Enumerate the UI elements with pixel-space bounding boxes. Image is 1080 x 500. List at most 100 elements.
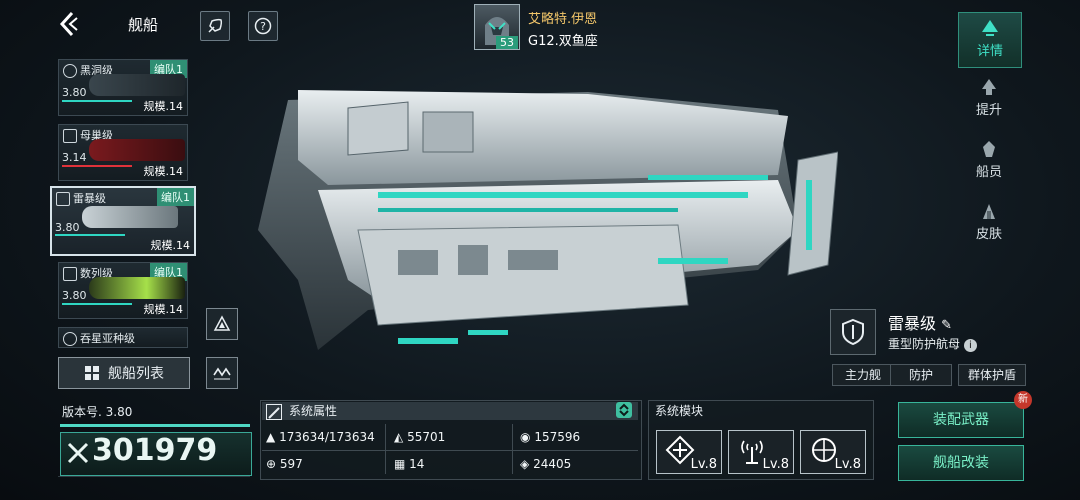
ship-tag: 群体护盾 — [958, 364, 1026, 386]
attr-value: 24405 — [533, 457, 572, 471]
close-circle-icon — [63, 64, 77, 78]
expand-toggle-icon[interactable] — [616, 402, 632, 418]
shield-icon — [63, 129, 77, 143]
attr-shield: ◉ 157596 — [520, 430, 580, 444]
chevron-left-icon — [59, 11, 78, 37]
shield-icon: ◉ — [520, 430, 531, 444]
ship-description: 重型防护航母 i — [888, 335, 977, 352]
divider — [512, 424, 513, 474]
attr-value: 597 — [279, 457, 303, 471]
module-level: Lv.8 — [690, 457, 717, 472]
shield-icon — [842, 318, 864, 346]
tab-label: 船员 — [975, 165, 1002, 180]
ship-name: 雷暴级 ✎ — [888, 310, 952, 334]
attr-slots: ▦ 14 — [394, 457, 424, 471]
tab-details[interactable]: 详情 — [958, 12, 1022, 68]
ship-card-selected[interactable]: 雷暴级 编队1 3.80 规模.14 — [50, 186, 196, 256]
ship-tag: 防护 — [890, 364, 952, 386]
tab-crew[interactable]: 船员 — [958, 134, 1020, 182]
module-slot[interactable]: Lv.8 — [656, 430, 722, 474]
tab-label: 提升 — [975, 103, 1002, 118]
flame-icon — [63, 267, 77, 281]
ship-scale: 规模.14 — [143, 100, 184, 113]
version-bar — [60, 424, 250, 427]
ship-card-name: 吞星亚种级 — [80, 332, 135, 345]
ship-list-button[interactable]: 舰船列表 — [58, 357, 190, 389]
page-title: 舰船 — [128, 16, 159, 34]
version-label: 版本号. 3.80 — [62, 405, 133, 419]
back-button[interactable] — [58, 10, 84, 40]
help-button[interactable]: ? — [248, 11, 278, 41]
ship-card[interactable]: 吞星亚种级 — [58, 327, 188, 348]
ship-modify-button[interactable]: 舰船改装 — [898, 445, 1024, 481]
crew-icon — [983, 141, 995, 157]
tab-label: 皮肤 — [975, 227, 1002, 242]
fleet-filter-button[interactable] — [206, 308, 238, 340]
combat-power: 301979 — [92, 433, 218, 468]
skin-icon — [983, 204, 995, 219]
rating-bar — [62, 100, 132, 102]
pencil-icon[interactable]: ✎ — [941, 318, 952, 333]
attr-speed: ◈ 24405 — [520, 457, 571, 471]
rocket-icon — [208, 18, 223, 33]
commander-server: G12.双鱼座 — [528, 34, 598, 49]
speed-icon: ◈ — [520, 457, 530, 471]
attr-energy: ⊕ 597 — [266, 457, 303, 471]
rating-bar — [62, 303, 132, 305]
divider — [262, 450, 638, 451]
ship-rating: 3.14 — [62, 151, 87, 164]
details-icon — [982, 20, 998, 36]
rocket-button[interactable] — [200, 11, 230, 41]
ship-list-label: 舰船列表 — [108, 366, 164, 382]
ship-rating: 3.80 — [62, 289, 87, 302]
ship-model[interactable] — [258, 80, 839, 365]
ship-card[interactable]: 数列级 编队1 3.80 规模.14 — [58, 262, 188, 319]
tab-upgrade[interactable]: 提升 — [958, 72, 1020, 120]
attr-value: 157596 — [534, 430, 581, 444]
ship-desc-text: 重型防护航母 — [888, 337, 961, 351]
attributes-icon — [266, 404, 282, 420]
ship-thumbnail — [89, 74, 185, 96]
ship-scale: 规模.14 — [143, 165, 184, 178]
upgrade-icon — [982, 79, 996, 95]
grid-icon — [85, 366, 99, 380]
energy-icon: ⊕ — [266, 457, 277, 471]
info-icon[interactable]: i — [963, 339, 977, 352]
commander-level: 53 — [496, 36, 518, 49]
svg-text:?: ? — [260, 20, 266, 33]
checker-icon: ▦ — [394, 457, 406, 471]
commander-name: 艾略特.伊恩 — [528, 12, 598, 27]
shield-icon — [56, 192, 70, 206]
ship-card[interactable]: 母巢级 3.14 规模.14 — [58, 124, 188, 181]
module-slot[interactable]: Lv.8 — [800, 430, 866, 474]
ship-rating: 3.80 — [55, 221, 80, 234]
triangle-sort-icon — [213, 315, 231, 331]
ship-card[interactable]: 黑洞级 编队1 3.80 规模.14 — [58, 59, 188, 116]
question-icon: ? — [254, 17, 272, 35]
divider — [385, 424, 386, 474]
module-slot[interactable]: Lv.8 — [728, 430, 794, 474]
formation-button[interactable] — [206, 357, 238, 389]
attr-hull: ▲ 173634/173634 — [266, 430, 375, 444]
rating-bar — [62, 165, 132, 167]
ship-rating: 3.80 — [62, 86, 87, 99]
close-circle-icon — [63, 332, 77, 346]
module-level: Lv.8 — [762, 457, 789, 472]
hull-icon: ▲ — [266, 430, 276, 444]
tab-skin[interactable]: 皮肤 — [958, 196, 1020, 244]
attr-value: 55701 — [407, 430, 446, 444]
squad-badge: 编队1 — [157, 188, 194, 206]
attr-value: 173634/173634 — [279, 430, 375, 444]
rating-bar — [55, 234, 125, 236]
ship-scale: 规模.14 — [143, 303, 184, 316]
equip-weapon-button[interactable]: 装配武器 — [898, 402, 1024, 438]
ship-scale: 规模.14 — [150, 239, 191, 252]
wave-icon — [213, 367, 231, 380]
ship-card-name: 雷暴级 — [73, 192, 106, 205]
armor-icon: ◭ — [394, 430, 404, 444]
tab-label: 详情 — [976, 44, 1003, 59]
attr-armor: ◭ 55701 — [394, 430, 445, 444]
ship-thumbnail — [89, 277, 185, 299]
ship-class-badge — [830, 309, 876, 355]
attributes-title: 系统属性 — [289, 404, 338, 418]
